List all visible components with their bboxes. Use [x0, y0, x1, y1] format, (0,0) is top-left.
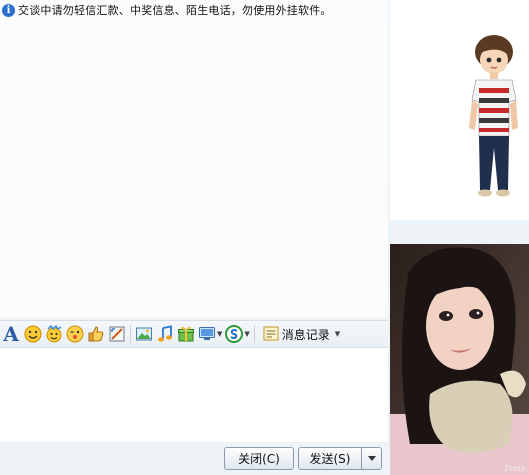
send-options-button[interactable]	[361, 447, 382, 470]
message-history-button[interactable]: 消息记录 ▼	[259, 323, 344, 345]
info-icon: i	[2, 3, 15, 17]
font-button[interactable]: A	[1, 323, 21, 345]
thumbs-up-button[interactable]	[87, 323, 105, 345]
send-image-button[interactable]	[135, 323, 153, 345]
magic-face-icon	[46, 325, 62, 343]
smiley-face-icon	[24, 325, 42, 343]
screenshot-icon	[109, 326, 125, 342]
message-toolbar: A ▼ ▼ 消息记录 ▼	[0, 320, 388, 348]
contact-photo: Prois	[390, 244, 529, 475]
font-icon: A	[3, 322, 19, 346]
screen-share-button[interactable]: ▼	[198, 323, 222, 345]
send-button[interactable]: 发送(S)	[298, 447, 362, 470]
message-history-label: 消息记录	[281, 327, 330, 342]
chat-history-area[interactable]: i 交谈中请勿轻信汇款、中奖信息、陌生电话，勿使用外挂软件。	[0, 0, 388, 318]
bottom-button-bar: 关闭(C) 发送(S)	[0, 442, 388, 475]
toolbar-divider	[130, 325, 131, 343]
photo-watermark: Prois	[504, 464, 525, 473]
chevron-down-icon: ▼	[334, 330, 341, 338]
message-input[interactable]	[0, 348, 388, 442]
soso-icon	[225, 325, 244, 343]
security-notice: i 交谈中请勿轻信汇款、中奖信息、陌生电话，勿使用外挂软件。	[2, 2, 332, 18]
chevron-down-icon: ▼	[244, 330, 250, 338]
security-notice-text: 交谈中请勿轻信汇款、中奖信息、陌生电话，勿使用外挂软件。	[18, 4, 332, 17]
message-history-icon	[263, 326, 279, 341]
gift-button[interactable]	[177, 323, 195, 345]
chevron-down-icon: ▼	[217, 330, 223, 338]
thumbs-up-icon	[88, 326, 104, 342]
music-note-icon	[158, 325, 172, 342]
image-icon	[136, 327, 152, 341]
screenshot-button[interactable]	[108, 323, 126, 345]
cartoon-avatar	[469, 35, 518, 197]
magic-face-button[interactable]	[45, 323, 63, 345]
music-button[interactable]	[156, 323, 174, 345]
contact-avatar-panel	[390, 0, 529, 220]
close-button[interactable]: 关闭(C)	[224, 447, 294, 470]
toolbar-divider	[253, 325, 255, 343]
emoji-button[interactable]	[24, 323, 42, 345]
wink-face-icon	[66, 325, 84, 343]
gift-box-icon	[178, 326, 194, 342]
photo-image	[390, 244, 529, 475]
funny-face-button[interactable]	[66, 323, 84, 345]
soso-search-button[interactable]: ▼	[225, 323, 250, 345]
chevron-down-icon	[367, 456, 376, 461]
screen-share-icon	[199, 327, 215, 340]
